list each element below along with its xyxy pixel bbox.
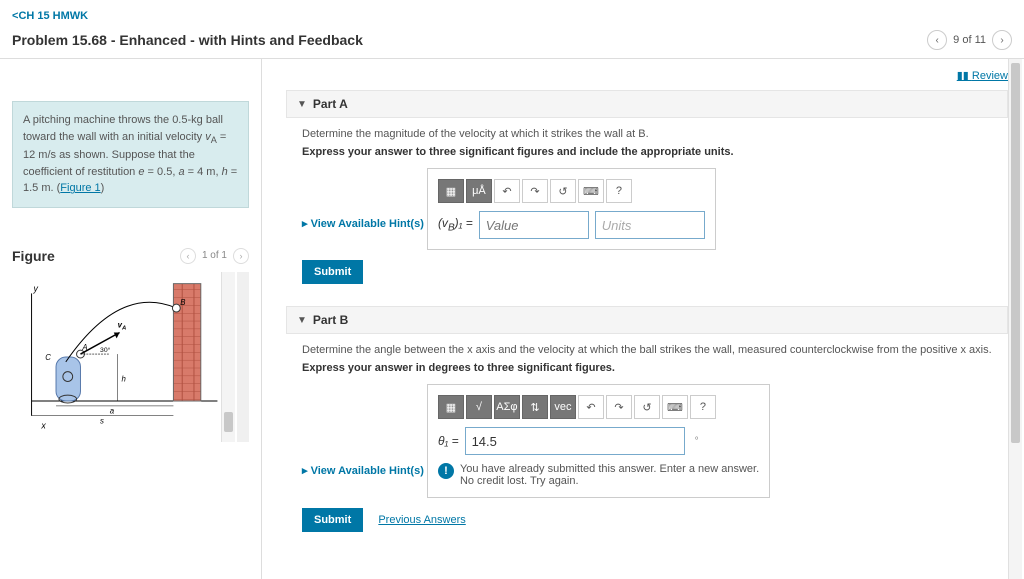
review-link[interactable]: ▮▮ Review [957, 69, 1008, 82]
left-column: A pitching machine throws the 0.5-kg bal… [0, 59, 262, 579]
part-a-title: Part A [313, 97, 348, 111]
figure-prev-button[interactable]: ‹ [180, 248, 196, 264]
help-button[interactable]: ? [690, 395, 716, 419]
page-title: Problem 15.68 - Enhanced - with Hints an… [12, 32, 363, 48]
part-a-bold: Express your answer to three significant… [302, 146, 1008, 158]
right-column: ▮▮ Review ▼ Part A Determine the magnitud… [262, 59, 1024, 579]
part-a-var-label: (vB)₁ = [438, 216, 473, 233]
subsup-button[interactable]: ⇅ [522, 395, 548, 419]
figure-next-button[interactable]: › [233, 248, 249, 264]
svg-text:x: x [40, 420, 46, 430]
keyboard-button[interactable]: ⌨ [662, 395, 688, 419]
prev-item-button[interactable]: ‹ [927, 30, 947, 50]
part-b-var-label: θ₁ = [438, 434, 459, 448]
part-a-answer-box: ▦ μÅ ↶ ↷ ↺ ⌨ ? (vB)₁ = Units [427, 168, 716, 250]
part-b-submit-button[interactable]: Submit [302, 508, 363, 532]
part-a-body: Determine the magnitude of the velocity … [286, 118, 1008, 294]
units-button[interactable]: μÅ [466, 179, 492, 203]
back-link[interactable]: <CH 15 HMWK [12, 10, 88, 22]
back-link-text: CH 15 HMWK [18, 10, 88, 22]
part-b-hints[interactable]: ▸ View Available Hint(s) [302, 464, 424, 477]
part-b-body: Determine the angle between the x axis a… [286, 334, 1008, 542]
info-icon: ! [438, 463, 454, 479]
symbols-button[interactable]: ΑΣφ [494, 395, 520, 419]
figure-scrollbar[interactable] [221, 272, 235, 442]
part-b-answer-box: ▦ √ ΑΣφ ⇅ vec ↶ ↷ ↺ ⌨ ? θ₁ = ° ! [427, 384, 770, 498]
part-a-submit-button[interactable]: Submit [302, 260, 363, 284]
next-item-button[interactable]: › [992, 30, 1012, 50]
svg-text:a: a [110, 407, 115, 416]
figure-nav: ‹ 1 of 1 › [180, 248, 249, 264]
figure-counter: 1 of 1 [202, 250, 227, 261]
svg-text:s: s [100, 416, 104, 425]
reset-button[interactable]: ↺ [634, 395, 660, 419]
svg-text:C: C [45, 353, 51, 362]
part-a-toolbar: ▦ μÅ ↶ ↷ ↺ ⌨ ? [438, 179, 705, 203]
figure-title: Figure [12, 248, 55, 264]
keyboard-button[interactable]: ⌨ [578, 179, 604, 203]
part-a-header[interactable]: ▼ Part A [286, 90, 1008, 118]
part-a-instruction: Determine the magnitude of the velocity … [302, 128, 1008, 140]
part-b-title: Part B [313, 313, 348, 327]
previous-answers-link[interactable]: Previous Answers [378, 514, 465, 526]
part-a-units-cell[interactable]: Units [595, 211, 705, 239]
redo-button[interactable]: ↷ [522, 179, 548, 203]
main-scrollbar[interactable] [1008, 59, 1022, 579]
reset-button[interactable]: ↺ [550, 179, 576, 203]
caret-down-icon: ▼ [297, 315, 307, 326]
figure-diagram: y x A B vA 30° C a s [12, 272, 249, 442]
figure-link[interactable]: Figure 1 [60, 182, 100, 194]
item-counter: 9 of 11 [953, 34, 986, 46]
part-b-feedback: ! You have already submitted this answer… [438, 463, 759, 487]
undo-button[interactable]: ↶ [578, 395, 604, 419]
part-b-bold: Express your answer in degrees to three … [302, 362, 1008, 374]
part-a-hints[interactable]: ▸ View Available Hint(s) [302, 217, 424, 230]
part-b-instruction: Determine the angle between the x axis a… [302, 344, 1008, 356]
svg-text:vA: vA [118, 321, 127, 332]
template-button[interactable]: ▦ [438, 179, 464, 203]
part-b-unit: ° [695, 436, 699, 447]
vec-button[interactable]: vec [550, 395, 576, 419]
item-nav: ‹ 9 of 11 › [927, 30, 1012, 50]
caret-down-icon: ▼ [297, 99, 307, 110]
undo-button[interactable]: ↶ [494, 179, 520, 203]
svg-text:y: y [33, 283, 39, 293]
part-a-value-input[interactable] [479, 211, 589, 239]
svg-text:B: B [180, 298, 185, 307]
help-button[interactable]: ? [606, 179, 632, 203]
problem-statement: A pitching machine throws the 0.5-kg bal… [12, 101, 249, 208]
redo-button[interactable]: ↷ [606, 395, 632, 419]
svg-text:30°: 30° [100, 346, 111, 354]
part-b-header[interactable]: ▼ Part B [286, 306, 1008, 334]
part-b-value-input[interactable] [465, 427, 685, 455]
part-b-toolbar: ▦ √ ΑΣφ ⇅ vec ↶ ↷ ↺ ⌨ ? [438, 395, 759, 419]
sqrt-button[interactable]: √ [466, 395, 492, 419]
template-button[interactable]: ▦ [438, 395, 464, 419]
svg-text:h: h [122, 374, 126, 383]
